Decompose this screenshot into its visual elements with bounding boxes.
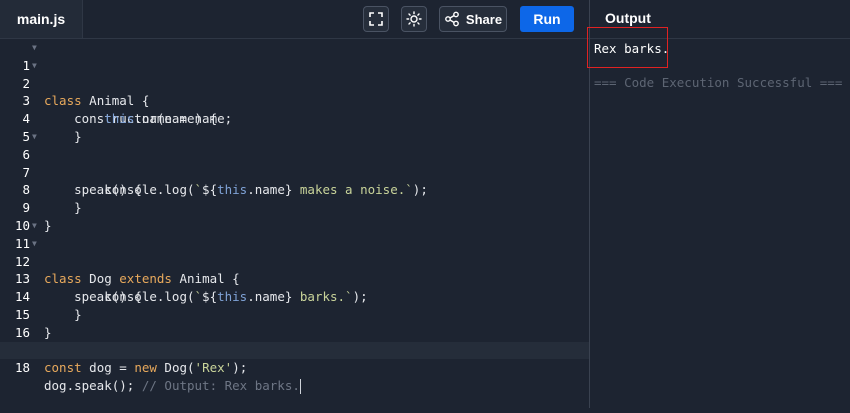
code-line: 7 console.log(`${this.name} makes a nois…: [0, 146, 589, 198]
fullscreen-icon: [369, 12, 383, 26]
code-line: 16: [0, 306, 589, 340]
fold-arrow-icon[interactable]: ▼: [32, 57, 37, 75]
code-line: 5: [0, 110, 589, 144]
code-line: 15 }: [0, 288, 589, 340]
code-line: 6 ▼ speak() {: [0, 128, 589, 197]
run-label: Run: [533, 11, 561, 27]
code-line: 13 console.log(`${this.name} barks.`);: [0, 253, 589, 304]
theme-toggle-button[interactable]: [401, 6, 427, 32]
fold-arrow-icon[interactable]: ▼: [32, 235, 37, 253]
share-button[interactable]: Share: [439, 6, 507, 32]
code-line: 17 const dog = new Dog('Rex');: [0, 324, 589, 376]
code-text: const dog = new Dog('Rex');: [44, 360, 248, 376]
output-panel: Rex barks. === Code Execution Successful…: [590, 39, 850, 408]
output-status-line: === Code Execution Successful ===: [594, 75, 843, 90]
top-toolbar: main.js Share Run Output: [0, 0, 850, 39]
fold-arrow-icon[interactable]: ▼: [32, 39, 37, 57]
sun-icon: [406, 11, 422, 27]
share-label: Share: [465, 11, 503, 27]
code-editor[interactable]: 1 ▼ class Animal { 2 ▼ constructor(name)…: [0, 39, 589, 408]
code-line: 14 }: [0, 270, 589, 322]
code-line: 8 }: [0, 164, 589, 215]
fold-arrow-icon[interactable]: ▼: [32, 128, 37, 146]
code-line: 11 ▼ class Dog extends Animal {: [0, 217, 589, 286]
code-line: 9 }: [0, 181, 589, 233]
file-tab-label: main.js: [16, 11, 66, 27]
code-line: 2 ▼ constructor(name) {: [0, 57, 589, 126]
code-line: 4 }: [0, 92, 589, 144]
run-button[interactable]: Run: [520, 6, 574, 32]
file-tab-main-js[interactable]: main.js: [0, 0, 83, 38]
highlight-annotation-box: [587, 27, 668, 68]
text-cursor: [299, 379, 301, 395]
fold-arrow-icon[interactable]: ▼: [32, 217, 37, 235]
code-line: 12 ▼ speak() {: [0, 235, 589, 304]
code-line: 10: [0, 199, 589, 233]
output-title: Output: [605, 10, 651, 26]
code-line: 3 this.name = name;: [0, 75, 589, 126]
code-line-active: 18 dog.speak(); // Output: Rex barks.: [0, 341, 589, 395]
fullscreen-button[interactable]: [363, 6, 389, 32]
code-line: 1 ▼ class Animal {: [0, 39, 589, 108]
code-text: dog.speak(); // Output: Rex barks.: [44, 378, 301, 395]
share-icon: [445, 11, 459, 27]
line-number: 18: [14, 360, 30, 376]
